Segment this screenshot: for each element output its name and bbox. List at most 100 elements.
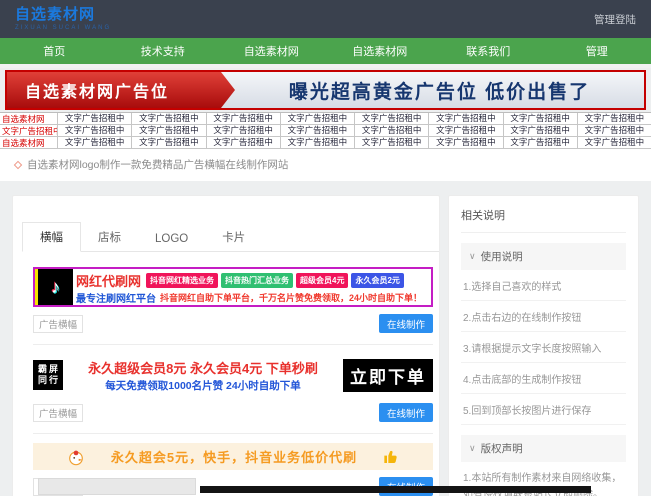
text-ad-slot[interactable]: 文字广告招租中 (131, 137, 205, 148)
promo-ad-left-label: 自选素材网广告位 (7, 72, 235, 108)
vip-logo-line: 同行 (36, 375, 60, 386)
text-ad-slot[interactable]: 文字广告招租中 (280, 125, 354, 136)
diamond-bullet-icon (14, 160, 22, 168)
text-ad-slot[interactable]: 文字广告招租中 (577, 137, 651, 148)
text-ad-table: 自选素材网 文字广告招租中 文字广告招租中 文字广告招租中 文字广告招租中 文字… (0, 112, 651, 149)
vip-logo-line: 霸屏 (36, 364, 60, 375)
banner-preview-douyin: ♪ 网红代刷网 抖音网红精选业务 抖音热门汇总业务 超级会员4元 永久会员2元 … (33, 267, 433, 307)
text-ad-slot[interactable]: 文字广告招租中 (131, 113, 205, 124)
breadcrumb: 自选素材网logo制作一款免费精品广告横幅在线制作网站 (0, 149, 651, 181)
text-ad-slot[interactable]: 文字广告招租中 (428, 137, 502, 148)
text-ad-slot[interactable]: 文字广告招租中 (503, 137, 577, 148)
main-nav: 首页 技术支持 自选素材网 自选素材网 联系我们 管理 (0, 38, 651, 64)
nav-item-admin[interactable]: 管理 (543, 43, 651, 59)
make-online-button[interactable]: 在线制作 (379, 403, 433, 422)
tab-logo[interactable]: LOGO (138, 227, 205, 251)
banner-preview-vip: 霸屏 同行 永久超级会员8元 永久会员4元 下单秒刷 每天免费领取1000名片赞… (33, 354, 433, 396)
text-ad-slot[interactable]: 文字广告招租中 (280, 137, 354, 148)
rooster-mascot-icon (67, 448, 85, 466)
banner-douyin-tagline: 抖音网红自助下单平台，千万名片赞免费领取，24小时自助下单！ (160, 291, 422, 304)
banner-super-text: 永久超会5元，快手，抖音业务低价代刷 (111, 447, 357, 466)
text-ad-slot[interactable]: 文字广告招租中 (428, 125, 502, 136)
thumbs-up-icon (383, 449, 399, 465)
promo-ad-headline: 曝光超高黄金广告位 低价出售了 (235, 72, 644, 108)
text-ad-row-label[interactable]: 文字广告招租中 (0, 125, 57, 137)
banner-douyin-pill: 抖音热门汇总业务 (221, 273, 293, 288)
partial-next-banner-placeholder (38, 478, 196, 495)
usage-step: 4.点击底部的生成制作按钮 (461, 363, 626, 394)
usage-step: 1.选择自己喜欢的样式 (461, 270, 626, 301)
tab-card[interactable]: 卡片 (205, 223, 262, 251)
text-ad-slot[interactable]: 文字广告招租中 (57, 125, 131, 136)
item-meta-row: 广告横幅 在线制作 (33, 403, 433, 422)
text-ad-slot[interactable]: 文字广告招租中 (503, 113, 577, 124)
banner-preview-super: 永久超会5元，快手，抖音业务低价代刷 (33, 443, 433, 470)
nav-item-support[interactable]: 技术支持 (109, 43, 218, 59)
text-ad-slot[interactable]: 文字广告招租中 (206, 137, 280, 148)
main-area: 横幅 店标 LOGO 卡片 ♪ 网红代刷网 抖音网红精选业务 抖音热门汇总业务 … (0, 181, 651, 496)
text-ad-slot[interactable]: 文字广告招租中 (428, 113, 502, 124)
section-header-label: 版权声明 (481, 441, 523, 456)
banner-douyin-pill: 抖音网红精选业务 (146, 273, 218, 288)
tab-shop-logo[interactable]: 店标 (81, 223, 138, 251)
section-header-label: 使用说明 (481, 249, 523, 264)
banner-douyin-title: 网红代刷网 (76, 271, 141, 290)
section-header-copyright[interactable]: ∨ 版权声明 (461, 435, 626, 462)
text-ad-slot[interactable]: 文字广告招租中 (57, 113, 131, 124)
text-ad-slot[interactable]: 文字广告招租中 (206, 113, 280, 124)
ad-type-tag: 广告横幅 (33, 404, 83, 422)
tiktok-note-icon: ♪ (51, 277, 60, 298)
promo-ad-banner[interactable]: 自选素材网广告位 曝光超高黄金广告位 低价出售了 (5, 70, 646, 110)
admin-login-link[interactable]: 管理登陆 (594, 12, 636, 27)
text-ad-row: 文字广告招租中 文字广告招租中 文字广告招租中 文字广告招租中 文字广告招租中 … (0, 125, 651, 137)
banner-douyin-pill: 超级会员4元 (296, 273, 348, 288)
text-ad-slot[interactable]: 文字广告招租中 (577, 113, 651, 124)
usage-step: 5.回到顶部长按图片进行保存 (461, 394, 626, 425)
banner-douyin-subtitle: 最专注刷网红平台 (76, 290, 156, 305)
make-online-button[interactable]: 在线制作 (379, 314, 433, 333)
banner-vip-headline: 永久超级会员8元 永久会员4元 下单秒刷 (71, 358, 335, 377)
text-ad-slot[interactable]: 文字广告招租中 (131, 125, 205, 136)
text-ad-slot[interactable]: 文字广告招租中 (57, 137, 131, 148)
category-tabs: 横幅 店标 LOGO 卡片 (22, 225, 439, 252)
tab-banner[interactable]: 横幅 (22, 222, 81, 252)
site-logo[interactable]: 自选素材网 ZIXUAN SUCAI WANG (15, 7, 111, 31)
text-ad-row-label[interactable]: 自选素材网 (0, 137, 57, 149)
text-ad-slot[interactable]: 文字广告招租中 (354, 125, 428, 136)
site-logo-subtitle: ZIXUAN SUCAI WANG (15, 25, 111, 31)
nav-item-contact[interactable]: 联系我们 (434, 43, 543, 59)
text-ad-slot[interactable]: 文字广告招租中 (354, 113, 428, 124)
chevron-down-icon: ∨ (469, 251, 476, 262)
tiktok-logo: ♪ (35, 269, 73, 305)
content-card: 横幅 店标 LOGO 卡片 ♪ 网红代刷网 抖音网红精选业务 抖音热门汇总业务 … (12, 195, 440, 496)
usage-step: 3.请根据提示文字长度按照输入 (461, 332, 626, 363)
text-ad-slot[interactable]: 文字广告招租中 (577, 125, 651, 136)
text-ad-row-label[interactable]: 自选素材网 (0, 113, 57, 125)
text-ad-slot[interactable]: 文字广告招租中 (503, 125, 577, 136)
text-ad-slot[interactable]: 文字广告招租中 (280, 113, 354, 124)
text-ad-row: 自选素材网 文字广告招租中 文字广告招租中 文字广告招租中 文字广告招租中 文字… (0, 137, 651, 149)
banner-vip-cta: 立即下单 (343, 359, 433, 392)
banner-douyin-pill: 永久会员2元 (351, 273, 403, 288)
usage-step: 2.点击右边的在线制作按钮 (461, 301, 626, 332)
item-divider (33, 344, 433, 345)
chevron-down-icon: ∨ (469, 443, 476, 454)
section-header-usage[interactable]: ∨ 使用说明 (461, 243, 626, 270)
nav-item-home[interactable]: 首页 (0, 43, 109, 59)
partial-next-banner-bar (200, 486, 591, 493)
ad-type-tag: 广告横幅 (33, 315, 83, 333)
item-meta-row: 广告横幅 在线制作 (33, 314, 433, 333)
template-list: ♪ 网红代刷网 抖音网红精选业务 抖音热门汇总业务 超级会员4元 永久会员2元 … (13, 252, 439, 496)
vip-square-logo: 霸屏 同行 (33, 360, 63, 390)
text-ad-slot[interactable]: 文字广告招租中 (354, 137, 428, 148)
sidebar-related-info: 相关说明 ∨ 使用说明 1.选择自己喜欢的样式 2.点击右边的在线制作按钮 3.… (448, 195, 639, 496)
banner-vip-body: 永久超级会员8元 永久会员4元 下单秒刷 每天免费领取1000名片赞 24小时自… (71, 358, 335, 393)
banner-douyin-body: 网红代刷网 抖音网红精选业务 抖音热门汇总业务 超级会员4元 永久会员2元 最专… (73, 269, 431, 305)
text-ad-row: 自选素材网 文字广告招租中 文字广告招租中 文字广告招租中 文字广告招租中 文字… (0, 113, 651, 125)
item-divider (33, 433, 433, 434)
text-ad-slot[interactable]: 文字广告招租中 (206, 125, 280, 136)
nav-item-site-1[interactable]: 自选素材网 (217, 43, 326, 59)
notice-link[interactable]: 自选素材网logo制作一款免费精品广告横幅在线制作网站 (27, 157, 288, 172)
nav-item-site-2[interactable]: 自选素材网 (326, 43, 435, 59)
site-logo-title: 自选素材网 (15, 7, 111, 24)
